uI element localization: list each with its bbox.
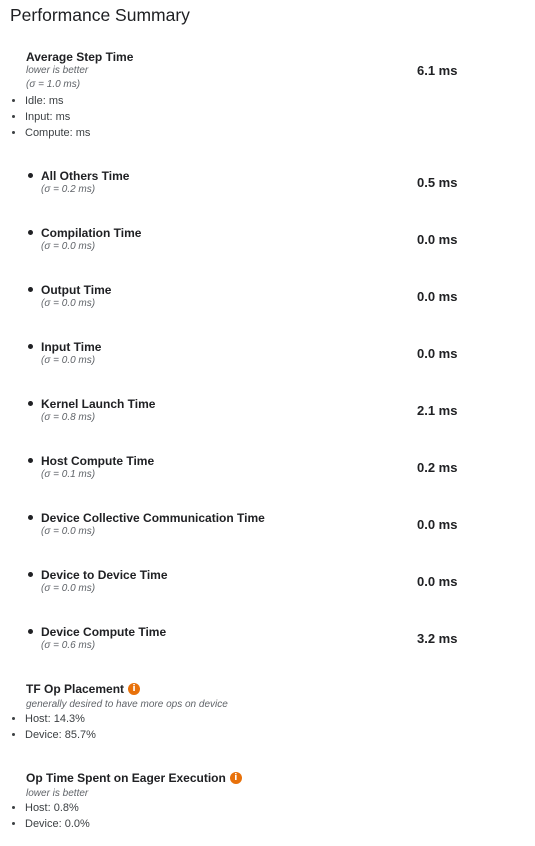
metric-value: 0.0 ms xyxy=(417,574,458,589)
bullet-dot xyxy=(28,344,33,349)
tf-op-placement-hint: generally desired to have more ops on de… xyxy=(26,699,228,710)
metric-label: Kernel Launch Time xyxy=(41,397,156,411)
metric-sigma: (σ = 0.0 ms) xyxy=(41,241,96,252)
metric-value: 0.0 ms xyxy=(417,346,458,361)
eager-execution-list: Host: 0.8% Device: 0.0% xyxy=(10,800,90,832)
info-icon[interactable]: i xyxy=(229,772,242,784)
placement-device: Device: 85.7% xyxy=(25,727,96,743)
tf-op-placement-label: TF Op Placement xyxy=(26,682,125,696)
metric-label: All Others Time xyxy=(41,169,130,183)
avg-step-label: Average Step Time xyxy=(26,50,134,64)
bullet-dot xyxy=(28,287,33,292)
metric-sigma: (σ = 0.0 ms) xyxy=(41,355,96,366)
avg-step-breakdown: Idle: ms Input: ms Compute: ms xyxy=(10,93,90,141)
bullet-dot xyxy=(28,173,33,178)
metric-value: 0.0 ms xyxy=(417,232,458,247)
metric-label: Host Compute Time xyxy=(41,454,155,468)
metric-label: Device Collective Communication Time xyxy=(41,511,265,525)
breakdown-compute: Compute: ms xyxy=(25,125,90,141)
metric-value: 0.0 ms xyxy=(417,289,458,304)
metric-sigma: (σ = 0.0 ms) xyxy=(41,526,96,537)
eager-execution-hint: lower is better xyxy=(26,788,89,799)
metric-label: Output Time xyxy=(41,283,112,297)
tf-op-placement-list: Host: 14.3% Device: 85.7% xyxy=(10,711,96,743)
info-icon[interactable]: i xyxy=(128,683,141,695)
metric-value: 0.5 ms xyxy=(417,175,458,190)
bullet-dot xyxy=(28,401,33,406)
tf-op-placement-block: TF Op Placement i generally desired to ha… xyxy=(26,680,228,712)
page-title: Performance Summary xyxy=(10,5,190,25)
metric-label: Device Compute Time xyxy=(41,625,167,639)
bullet-dot xyxy=(28,572,33,577)
eager-execution-block: Op Time Spent on Eager Execution i lower … xyxy=(26,769,242,801)
metric-value: 2.1 ms xyxy=(417,403,458,418)
bullet-dot xyxy=(28,458,33,463)
metric-value: 0.2 ms xyxy=(417,460,458,475)
metric-sigma: (σ = 0.0 ms) xyxy=(41,298,96,309)
bullet-dot xyxy=(28,515,33,520)
metric-value: 0.0 ms xyxy=(417,517,458,532)
placement-host: Host: 14.3% xyxy=(25,711,96,727)
metric-label: Compilation Time xyxy=(41,226,142,240)
metric-label: Input Time xyxy=(41,340,102,354)
breakdown-idle: Idle: ms xyxy=(25,93,90,109)
metric-sigma: (σ = 0.2 ms) xyxy=(41,184,96,195)
avg-step-sigma: (σ = 1.0 ms) xyxy=(26,79,81,90)
metric-sigma: (σ = 0.0 ms) xyxy=(41,583,96,594)
eager-device: Device: 0.0% xyxy=(25,816,90,832)
avg-step-block: Average Step Time lower is better (σ = 1… xyxy=(26,50,133,92)
avg-step-hint: lower is better xyxy=(26,65,89,76)
metric-sigma: (σ = 0.6 ms) xyxy=(41,640,96,651)
eager-host: Host: 0.8% xyxy=(25,800,90,816)
eager-execution-label: Op Time Spent on Eager Execution xyxy=(26,771,226,785)
bullet-dot xyxy=(28,230,33,235)
metric-value: 3.2 ms xyxy=(417,631,458,646)
bullet-dot xyxy=(28,629,33,634)
metric-label: Device to Device Time xyxy=(41,568,168,582)
breakdown-input: Input: ms xyxy=(25,109,90,125)
metric-sigma: (σ = 0.8 ms) xyxy=(41,412,96,423)
metric-sigma: (σ = 0.1 ms) xyxy=(41,469,96,480)
avg-step-value: 6.1 ms xyxy=(417,63,458,78)
